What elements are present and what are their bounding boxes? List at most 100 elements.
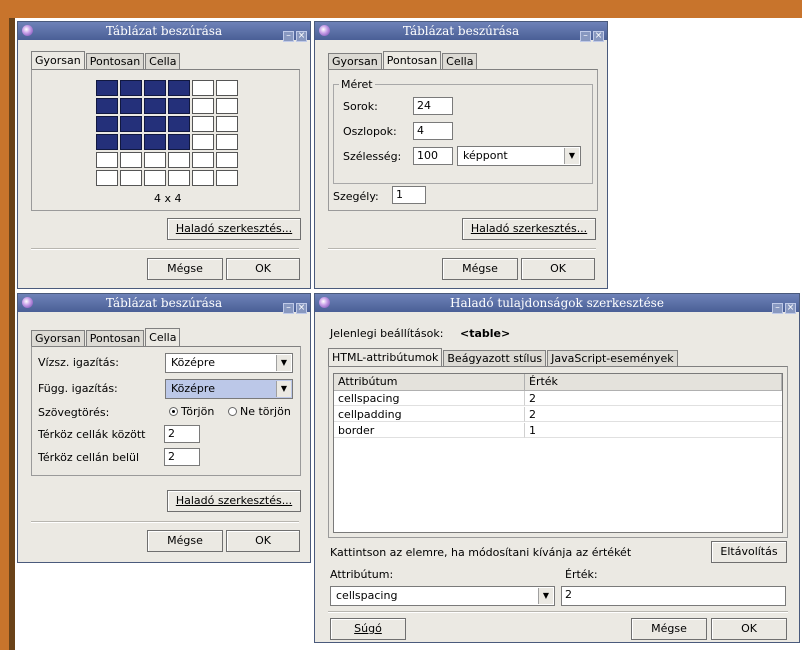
ok-button[interactable]: OK	[521, 258, 595, 280]
chevron-down-icon[interactable]: ▼	[276, 355, 291, 371]
app-icon	[319, 25, 330, 36]
tab-cella[interactable]: Cella	[145, 53, 181, 70]
ok-button[interactable]: OK	[226, 258, 300, 280]
advanced-edit-button[interactable]: Haladó szerkesztés...	[462, 218, 596, 240]
width-input[interactable]: 100	[413, 147, 453, 165]
advanced-edit-button[interactable]: Haladó szerkesztés...	[167, 218, 301, 240]
grid-cell[interactable]	[120, 116, 142, 132]
help-button[interactable]: Súgó	[330, 618, 406, 640]
cancel-button[interactable]: Mégse	[147, 258, 223, 280]
grid-cell[interactable]	[216, 152, 238, 168]
grid-cell[interactable]	[96, 134, 118, 150]
grid-cell[interactable]	[216, 134, 238, 150]
table-cell-attribute[interactable]: cellpadding	[334, 407, 525, 422]
tab-inline-style[interactable]: Beágyazott stílus	[443, 350, 547, 367]
tab-gyorsan[interactable]: Gyorsan	[31, 51, 85, 70]
tab-pontosan[interactable]: Pontosan	[85, 53, 145, 70]
table-cell-value[interactable]: 1	[525, 423, 782, 438]
grid-cell[interactable]	[192, 134, 214, 150]
grid-cell[interactable]	[168, 152, 190, 168]
spacing-input[interactable]: 2	[164, 425, 200, 443]
tab-javascript-events[interactable]: JavaScript-események	[547, 350, 678, 367]
column-header-value[interactable]: Érték	[525, 374, 782, 391]
grid-cell[interactable]	[216, 98, 238, 114]
grid-cell[interactable]	[216, 116, 238, 132]
tab-pontosan[interactable]: Pontosan	[382, 51, 442, 70]
grid-cell[interactable]	[168, 170, 190, 186]
grid-cell[interactable]	[144, 152, 166, 168]
valign-select[interactable]: Középre ▼	[165, 379, 293, 399]
chevron-down-icon[interactable]: ▼	[538, 588, 553, 604]
minimize-icon[interactable]: –	[283, 31, 294, 42]
cancel-button[interactable]: Mégse	[442, 258, 518, 280]
value-input[interactable]: 2	[561, 586, 786, 606]
grid-cell[interactable]	[192, 98, 214, 114]
table-cell-value[interactable]: 2	[525, 391, 782, 406]
cancel-button[interactable]: Mégse	[147, 530, 223, 552]
tab-gyorsan[interactable]: Gyorsan	[31, 330, 85, 347]
grid-cell[interactable]	[192, 152, 214, 168]
wrap-off-radio[interactable]: Ne törjön	[228, 405, 291, 418]
cancel-button[interactable]: Mégse	[631, 618, 707, 640]
column-header-attribute[interactable]: Attribútum	[334, 374, 525, 391]
border-input[interactable]: 1	[392, 186, 426, 204]
table-cell-attribute[interactable]: cellspacing	[334, 391, 525, 406]
tab-cella[interactable]: Cella	[145, 328, 181, 347]
chevron-down-icon[interactable]: ▼	[276, 381, 291, 397]
grid-cell[interactable]	[216, 170, 238, 186]
grid-cell[interactable]	[168, 134, 190, 150]
tab-cella[interactable]: Cella	[442, 53, 478, 70]
ok-button[interactable]: OK	[711, 618, 787, 640]
minimize-icon[interactable]: –	[772, 303, 783, 314]
remove-button[interactable]: Eltávolítás	[711, 541, 787, 563]
tab-gyorsan[interactable]: Gyorsan	[328, 53, 382, 70]
grid-cell[interactable]	[168, 98, 190, 114]
desktop-left-shadow	[9, 18, 15, 650]
radio-selected-icon[interactable]	[169, 406, 178, 416]
grid-cell[interactable]	[144, 134, 166, 150]
grid-cell[interactable]	[120, 80, 142, 96]
width-unit-select[interactable]: képpont ▼	[457, 146, 581, 166]
grid-cell[interactable]	[192, 80, 214, 96]
grid-cell[interactable]	[216, 80, 238, 96]
close-icon[interactable]: ×	[296, 31, 307, 42]
grid-cell[interactable]	[96, 152, 118, 168]
grid-cell[interactable]	[120, 170, 142, 186]
wrap-on-radio[interactable]: Törjön	[169, 405, 214, 418]
radio-unselected-icon[interactable]	[228, 406, 237, 416]
close-icon[interactable]: ×	[785, 303, 796, 314]
grid-cell[interactable]	[120, 152, 142, 168]
grid-cell[interactable]	[96, 98, 118, 114]
ok-button[interactable]: OK	[226, 530, 300, 552]
minimize-icon[interactable]: –	[580, 31, 591, 42]
tab-html-attributes[interactable]: HTML-attribútumok	[328, 348, 443, 367]
grid-cell[interactable]	[144, 116, 166, 132]
grid-cell[interactable]	[144, 170, 166, 186]
tab-pontosan[interactable]: Pontosan	[85, 330, 145, 347]
attribute-select[interactable]: cellspacing ▼	[330, 586, 555, 606]
grid-cell[interactable]	[120, 98, 142, 114]
advanced-edit-button[interactable]: Haladó szerkesztés...	[167, 490, 301, 512]
minimize-icon[interactable]: –	[283, 303, 294, 314]
close-icon[interactable]: ×	[593, 31, 604, 42]
table-size-grid[interactable]	[96, 80, 238, 190]
close-icon[interactable]: ×	[296, 303, 307, 314]
grid-cell[interactable]	[96, 170, 118, 186]
grid-cell[interactable]	[96, 80, 118, 96]
grid-cell[interactable]	[168, 80, 190, 96]
padding-input[interactable]: 2	[164, 448, 200, 466]
cols-input[interactable]: 4	[413, 122, 453, 140]
grid-cell[interactable]	[144, 98, 166, 114]
chevron-down-icon[interactable]: ▼	[564, 148, 579, 164]
grid-cell[interactable]	[192, 170, 214, 186]
attribute-table[interactable]: Attribútum Érték cellspacing 2 cellpadding…	[333, 373, 783, 533]
grid-cell[interactable]	[96, 116, 118, 132]
grid-cell[interactable]	[168, 116, 190, 132]
grid-cell[interactable]	[120, 134, 142, 150]
rows-input[interactable]: 24	[413, 97, 453, 115]
grid-cell[interactable]	[192, 116, 214, 132]
grid-cell[interactable]	[144, 80, 166, 96]
table-cell-attribute[interactable]: border	[334, 423, 525, 438]
halign-select[interactable]: Középre ▼	[165, 353, 293, 373]
table-cell-value[interactable]: 2	[525, 407, 782, 422]
